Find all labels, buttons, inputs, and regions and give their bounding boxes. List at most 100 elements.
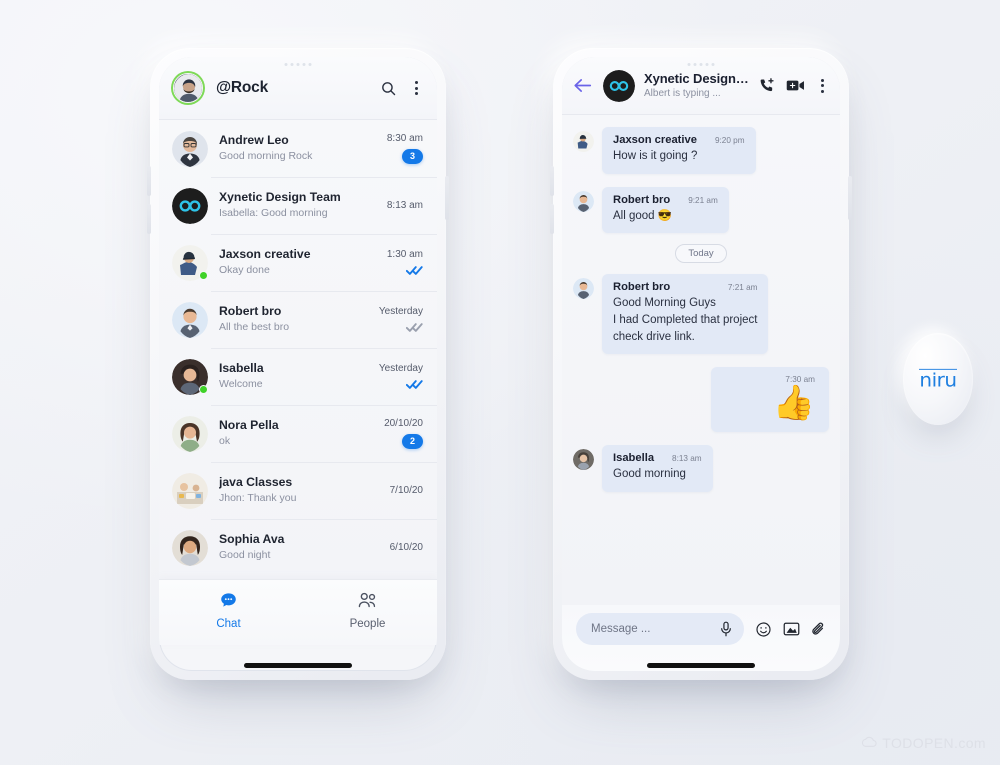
list-item-content: Jaxson creative Okay done — [219, 246, 360, 278]
phone-device-left: @Rock Andrew Leo Good morning Rock 8:30 … — [147, 48, 449, 680]
screen-chat-list: @Rock Andrew Leo Good morning Rock 8:30 … — [159, 57, 437, 671]
power-button[interactable] — [848, 176, 852, 220]
watermark-text: TODOPEN.com — [882, 735, 986, 751]
list-item-content: Sophia Ava Good night — [219, 531, 360, 563]
avatar — [573, 131, 594, 152]
contact-name: Nora Pella — [219, 418, 279, 433]
speaker-grille-icon — [687, 63, 715, 66]
sender-name: Robert bro — [613, 281, 671, 294]
read-receipt-icon — [405, 379, 423, 390]
message-composer: Message ... — [562, 605, 840, 671]
list-item[interactable]: Nora Pella ok 20/10/20 2 — [159, 405, 437, 462]
contact-name: Andrew Leo — [219, 133, 289, 148]
image-icon[interactable] — [783, 621, 800, 637]
home-indicator[interactable] — [244, 663, 352, 668]
list-item-content: Isabella Welcome — [219, 360, 360, 392]
microphone-icon[interactable] — [719, 621, 733, 637]
conversation-actions — [758, 76, 829, 96]
timestamp: 7:21 am — [727, 283, 758, 293]
contact-name: Xynetic Design Team — [219, 190, 341, 205]
group-avatar[interactable] — [603, 69, 635, 102]
avatar — [172, 244, 208, 281]
overflow-menu-icon[interactable] — [816, 76, 829, 96]
contact-name: Jaxson creative — [219, 247, 311, 262]
timestamp: Yesterday — [378, 306, 423, 317]
volume-down-button[interactable] — [147, 204, 151, 234]
message-text: How is it going ? — [613, 150, 698, 162]
brand-logo-badge: niru — [903, 333, 973, 425]
avatar — [172, 472, 208, 509]
message-meta: Isabella 8:13 am — [613, 452, 702, 464]
list-item-content: Nora Pella ok — [219, 417, 360, 449]
message-preview: Isabella: Good morning — [219, 206, 328, 219]
volume-down-button[interactable] — [550, 204, 554, 234]
message-thread[interactable]: Jaxson creative 9:20 pm How is it going … — [562, 115, 840, 605]
list-item[interactable]: Andrew Leo Good morning Rock 8:30 am 3 — [159, 120, 437, 177]
list-item-meta: Yesterday — [371, 306, 423, 333]
cloud-icon — [861, 735, 877, 751]
timestamp: 1:30 am — [386, 249, 423, 260]
message-input-placeholder: Message ... — [591, 623, 651, 635]
avatar — [573, 278, 594, 300]
conversation-title-block[interactable]: Xynetic Design ... Albert is typing ... — [644, 71, 749, 101]
nav-item-people[interactable]: People — [298, 591, 437, 630]
message-row: Isabella 8:13 am Good morning — [573, 445, 829, 492]
online-status-indicator — [199, 270, 208, 280]
message-meta: Robert bro 7:21 am — [613, 281, 757, 293]
list-item[interactable]: Xynetic Design Team Isabella: Good morni… — [159, 177, 437, 234]
overflow-menu-icon[interactable] — [410, 78, 423, 98]
message-preview: Welcome — [219, 377, 263, 390]
timestamp: 8:13 am — [672, 454, 702, 464]
video-call-icon[interactable] — [786, 78, 805, 93]
attachment-icon[interactable] — [811, 621, 826, 638]
volume-up-button[interactable] — [147, 166, 151, 196]
list-item[interactable]: Sophia Ava Good night 6/10/20 — [159, 519, 437, 576]
timestamp: 9:20 pm — [714, 136, 745, 145]
timestamp: 7:30 am — [785, 375, 815, 385]
home-indicator[interactable] — [647, 663, 755, 668]
timestamp: 8:13 am — [386, 200, 423, 211]
day-separator: Today — [573, 244, 829, 264]
timestamp: 6/10/20 — [389, 542, 423, 553]
message-preview: Jhon: Thank you — [219, 491, 297, 504]
add-call-icon[interactable] — [758, 77, 775, 94]
list-item-content: Robert bro All the best bro — [219, 303, 360, 335]
message-text: Good Morning Guys I had Completed that p… — [613, 297, 758, 343]
nav-item-chat[interactable]: Chat — [159, 591, 298, 630]
message-preview: Okay done — [219, 263, 270, 276]
list-item[interactable]: Robert bro All the best bro Yesterday — [159, 291, 437, 348]
list-item[interactable]: java Classes Jhon: Thank you 7/10/20 — [159, 462, 437, 519]
message-preview: ok — [219, 434, 231, 447]
list-item-content: Andrew Leo Good morning Rock — [219, 132, 360, 164]
people-icon — [357, 591, 378, 615]
contact-name: Isabella — [219, 361, 264, 376]
message-bubble: Isabella 8:13 am Good morning — [602, 445, 713, 492]
timestamp: 20/10/20 — [384, 417, 423, 429]
avatar — [172, 130, 208, 167]
chat-bubble-icon — [219, 591, 238, 615]
message-bubble-sticker: 7:30 am 👍 — [711, 367, 829, 433]
sender-name: Robert bro — [613, 193, 671, 206]
back-arrow-icon[interactable] — [571, 75, 594, 96]
message-preview: All the best bro — [219, 320, 290, 333]
avatar — [172, 415, 208, 452]
list-item-content: java Classes Jhon: Thank you — [219, 474, 360, 506]
list-item[interactable]: Isabella Welcome Yesterday — [159, 348, 437, 405]
avatar-story-ring[interactable] — [171, 71, 205, 105]
message-input[interactable]: Message ... — [576, 613, 744, 645]
list-item-meta: 1:30 am — [371, 249, 423, 276]
contact-name: java Classes — [219, 475, 293, 490]
list-item[interactable]: Jaxson creative Okay done 1:30 am — [159, 234, 437, 291]
sender-name: Isabella — [613, 452, 655, 465]
volume-up-button[interactable] — [550, 166, 554, 196]
app-bar: @Rock — [159, 57, 437, 119]
thumbs-up-icon: 👍 — [772, 384, 815, 423]
phone-device-right: Xynetic Design ... Albert is typing ... — [550, 48, 852, 680]
chat-list[interactable]: Andrew Leo Good morning Rock 8:30 am 3 X… — [159, 119, 437, 579]
watermark: TODOPEN.com — [861, 735, 986, 751]
power-button[interactable] — [445, 176, 449, 220]
search-icon[interactable] — [380, 80, 397, 97]
emoji-icon[interactable] — [755, 621, 772, 638]
online-status-indicator — [199, 384, 208, 394]
unread-badge: 3 — [401, 148, 423, 165]
